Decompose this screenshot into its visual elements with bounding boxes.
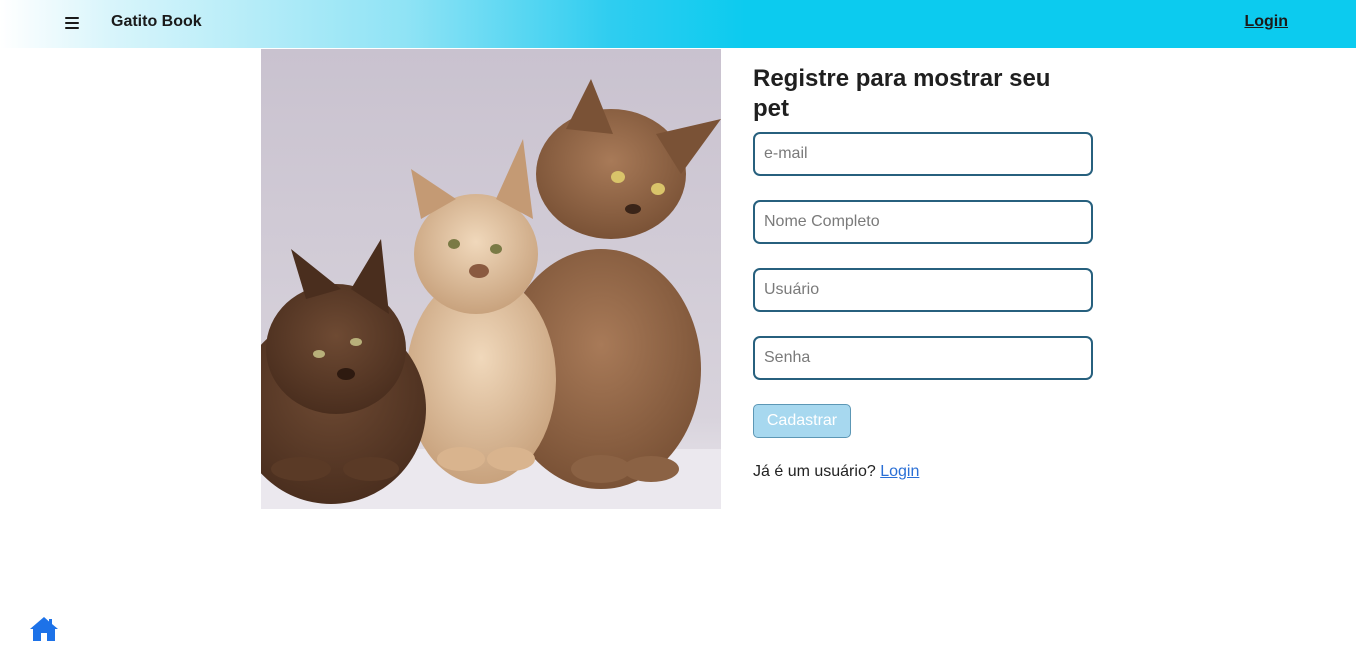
login-link[interactable]: Login [880,463,919,480]
already-user-text: Já é um usuário? Login [753,463,1093,481]
email-field[interactable] [753,132,1093,176]
brand-title[interactable]: Gatito Book [111,13,202,31]
header-login-link[interactable]: Login [1244,13,1288,31]
fullname-field[interactable] [753,200,1093,244]
register-form: Registre para mostrar seu pet Cadastrar … [753,64,1093,481]
register-button[interactable]: Cadastrar [753,404,851,438]
home-icon[interactable] [29,616,59,642]
top-navbar: Gatito Book Login [0,0,1356,48]
kittens-photo [261,49,721,509]
username-field[interactable] [753,268,1093,312]
already-user-label: Já é um usuário? [753,463,876,480]
password-field[interactable] [753,336,1093,380]
hamburger-menu-icon[interactable] [64,15,80,31]
form-title: Registre para mostrar seu pet [753,65,1051,122]
